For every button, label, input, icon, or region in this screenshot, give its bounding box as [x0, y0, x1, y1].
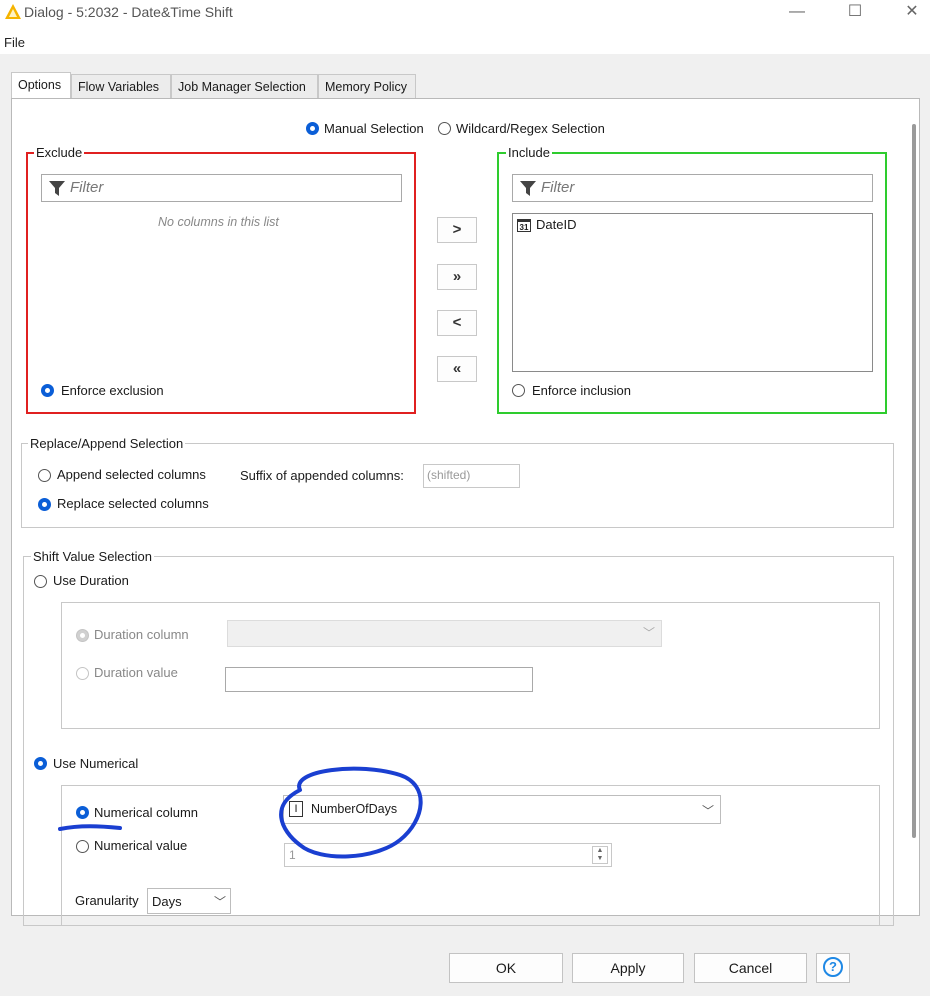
annotation-underline: [58, 824, 122, 831]
ok-button[interactable]: OK: [449, 953, 563, 983]
cancel-button[interactable]: Cancel: [694, 953, 807, 983]
help-icon: ?: [823, 957, 843, 977]
annotation-overlay: [58, 766, 423, 859]
apply-button[interactable]: Apply: [572, 953, 684, 983]
annotation-circle: [279, 766, 423, 859]
help-button[interactable]: ?: [816, 953, 850, 983]
